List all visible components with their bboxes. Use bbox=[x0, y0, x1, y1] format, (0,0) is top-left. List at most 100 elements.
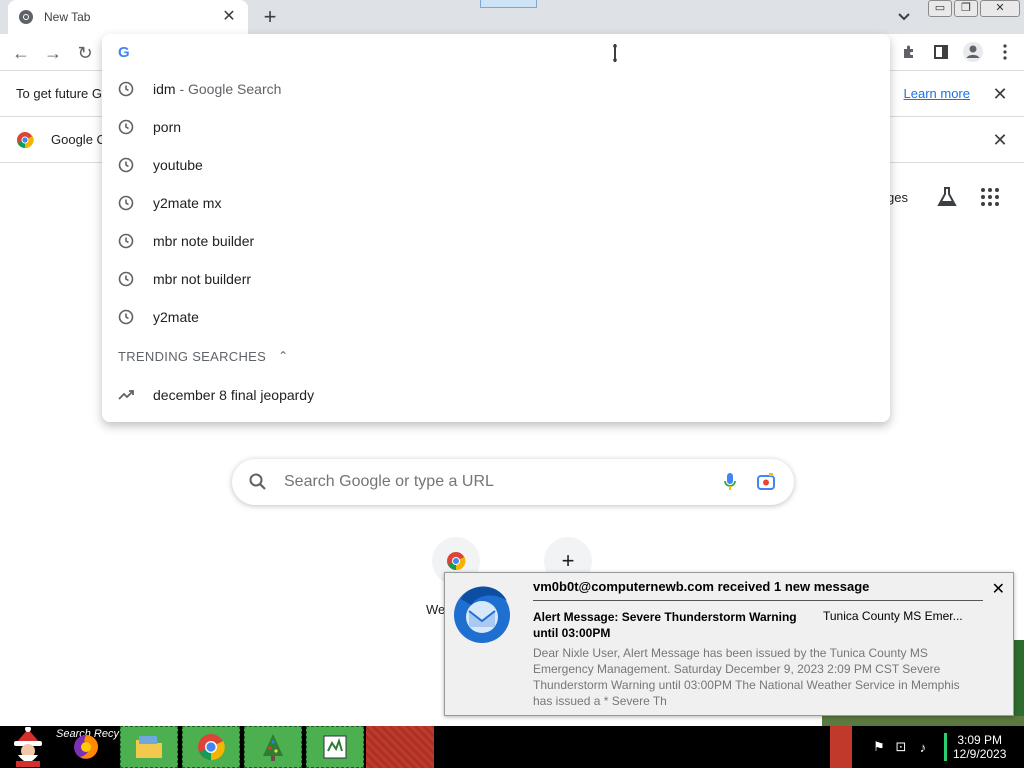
taskbar: Search Recy ⚑ ⊡ ♪ 3:09 PM 12/9/2023 bbox=[0, 726, 1024, 768]
omnibox-input-row[interactable]: G bbox=[102, 34, 890, 70]
notification-close-icon[interactable]: ✕ bbox=[992, 579, 1005, 599]
window-close-button[interactable]: ✕ bbox=[980, 0, 1020, 17]
suggestion-text: y2mate bbox=[153, 309, 199, 325]
chrome-shortcut-icon bbox=[447, 552, 466, 571]
christmas-tree-icon bbox=[263, 734, 283, 761]
minimize-button[interactable]: ▭ bbox=[928, 0, 952, 17]
profile-avatar-icon[interactable] bbox=[962, 40, 984, 64]
chrome-task[interactable] bbox=[182, 726, 240, 768]
reload-icon[interactable]: ↻ bbox=[74, 42, 96, 64]
suggestion-item[interactable]: y2mate mx bbox=[102, 184, 890, 222]
editor-task[interactable] bbox=[306, 726, 364, 768]
suggestion-query: idm bbox=[153, 81, 176, 97]
ntp-search-input[interactable] bbox=[284, 473, 706, 491]
window-controls: ▭ ❐ ✕ bbox=[928, 0, 1020, 17]
suggestion-text: porn bbox=[153, 119, 181, 135]
history-clock-icon bbox=[118, 119, 134, 135]
suggestion-query: porn bbox=[153, 119, 182, 135]
suggestion-text: y2mate mx bbox=[153, 195, 221, 211]
shortcut-label: We bbox=[426, 602, 446, 617]
text-editor-icon bbox=[323, 735, 347, 759]
images-link[interactable]: ges bbox=[887, 190, 908, 205]
notification-preview: Dear Nixle User, Alert Message has been … bbox=[533, 646, 960, 708]
notification-subject: Alert Message: Severe Thunderstorm Warni… bbox=[533, 610, 797, 640]
notification-header: vm0b0t@computernewb.com received 1 new m… bbox=[533, 579, 983, 601]
side-panel-icon[interactable] bbox=[930, 40, 952, 64]
ntp-search-box[interactable] bbox=[232, 459, 794, 505]
suggestion-item[interactable]: porn bbox=[102, 108, 890, 146]
trending-list: december 8 final jeopardy bbox=[102, 376, 890, 414]
start-button[interactable] bbox=[2, 726, 54, 768]
suggestion-query: youtube bbox=[153, 157, 203, 173]
suggestion-text: idm - Google Search bbox=[153, 81, 281, 97]
desktop-wallpaper-edge-bottom bbox=[822, 716, 1024, 726]
active-task-button[interactable] bbox=[366, 726, 434, 768]
history-clock-icon bbox=[118, 233, 134, 249]
folder-icon bbox=[136, 736, 162, 758]
suggestion-query: mbr note builder bbox=[153, 233, 255, 249]
chrome-icon bbox=[19, 10, 33, 24]
labs-flask-icon[interactable] bbox=[936, 186, 958, 208]
notification-sender: Tunica County MS Emer... bbox=[823, 609, 963, 623]
trending-text: december 8 final jeopardy bbox=[153, 387, 315, 403]
learn-more-link[interactable]: Learn more bbox=[904, 86, 970, 101]
notification-row: Alert Message: Severe Thunderstorm Warni… bbox=[533, 609, 983, 641]
search-icon bbox=[249, 473, 266, 490]
window-drag-marker bbox=[480, 0, 537, 8]
apps-grid-icon[interactable] bbox=[980, 187, 1000, 207]
suggestion-item[interactable]: idm - Google Search bbox=[102, 70, 890, 108]
trending-item[interactable]: december 8 final jeopardy bbox=[102, 376, 890, 414]
history-clock-icon bbox=[118, 271, 134, 287]
suggestion-item[interactable]: y2mate bbox=[102, 298, 890, 336]
desktop-wallpaper-edge bbox=[1014, 640, 1024, 726]
clock-date: 12/9/2023 bbox=[953, 747, 1007, 761]
forward-arrow-icon[interactable]: → bbox=[42, 42, 64, 64]
extensions-icon[interactable] bbox=[898, 40, 920, 64]
clock-time: 3:09 PM bbox=[957, 733, 1003, 747]
thunderbird-logo-icon bbox=[454, 586, 510, 643]
new-tab-button[interactable]: + bbox=[258, 6, 282, 28]
trending-searches-header[interactable]: TRENDING SEARCHES ⌃ bbox=[102, 336, 890, 376]
santa-start-icon bbox=[14, 727, 42, 767]
menu-kebab-icon[interactable] bbox=[994, 40, 1016, 64]
history-clock-icon bbox=[118, 81, 134, 97]
infobar-close-icon[interactable]: ✕ bbox=[992, 85, 1008, 103]
chevron-up-icon[interactable]: ⌃ bbox=[278, 349, 288, 363]
voice-search-icon[interactable] bbox=[718, 470, 742, 494]
file-explorer-task[interactable] bbox=[120, 726, 178, 768]
suggestion-text: mbr note builder bbox=[153, 233, 254, 249]
restore-button[interactable]: ❐ bbox=[954, 0, 978, 17]
clock[interactable]: 3:09 PM 12/9/2023 bbox=[944, 733, 1006, 761]
suggestion-list: idm - Google Search porn youtube y2mate mx m… bbox=[102, 70, 890, 336]
suggestion-item[interactable]: mbr not builderr bbox=[102, 260, 890, 298]
trending-arrow-icon bbox=[118, 387, 134, 403]
thunderbird-notification[interactable]: vm0b0t@computernewb.com received 1 new m… bbox=[444, 572, 1014, 716]
suggestion-item[interactable]: youtube bbox=[102, 146, 890, 184]
title-bar: New Tab ✕ + ▭ ❐ ✕ bbox=[0, 0, 1024, 34]
lens-camera-icon[interactable] bbox=[754, 470, 778, 494]
chrome-task-icon bbox=[198, 734, 225, 761]
trending-header-label: TRENDING SEARCHES bbox=[118, 348, 267, 364]
suggestion-query: y2mate bbox=[153, 309, 199, 325]
chrome-logo-icon bbox=[17, 131, 34, 148]
infobar-close-icon-2[interactable]: ✕ bbox=[992, 131, 1008, 149]
toolbar-icons bbox=[898, 40, 1016, 64]
google-g-icon: G bbox=[118, 43, 130, 61]
firefox-icon[interactable] bbox=[72, 733, 100, 761]
volume-icon[interactable]: ♪ bbox=[912, 740, 934, 755]
tab-search-icon[interactable] bbox=[894, 6, 914, 26]
omnibox-dropdown: G idm - Google Search porn youtube y2mate m… bbox=[102, 34, 890, 422]
network-icon[interactable]: ⊡ bbox=[890, 739, 912, 755]
history-clock-icon bbox=[118, 195, 134, 211]
suggestion-item[interactable]: mbr note builder bbox=[102, 222, 890, 260]
suggestion-text: mbr not builderr bbox=[153, 271, 251, 287]
christmas-tree-task[interactable] bbox=[244, 726, 302, 768]
tab-new-tab[interactable]: New Tab ✕ bbox=[8, 0, 248, 34]
action-center-flag-icon[interactable]: ⚑ bbox=[868, 739, 890, 755]
tray-flag-area[interactable] bbox=[830, 726, 852, 768]
tab-close-icon[interactable]: ✕ bbox=[220, 8, 238, 26]
system-tray: ⚑ ⊡ ♪ 3:09 PM 12/9/2023 bbox=[830, 726, 1024, 768]
history-clock-icon bbox=[118, 157, 134, 173]
notification-body: vm0b0t@computernewb.com received 1 new m… bbox=[533, 579, 983, 709]
back-arrow-icon[interactable]: ← bbox=[10, 42, 32, 64]
